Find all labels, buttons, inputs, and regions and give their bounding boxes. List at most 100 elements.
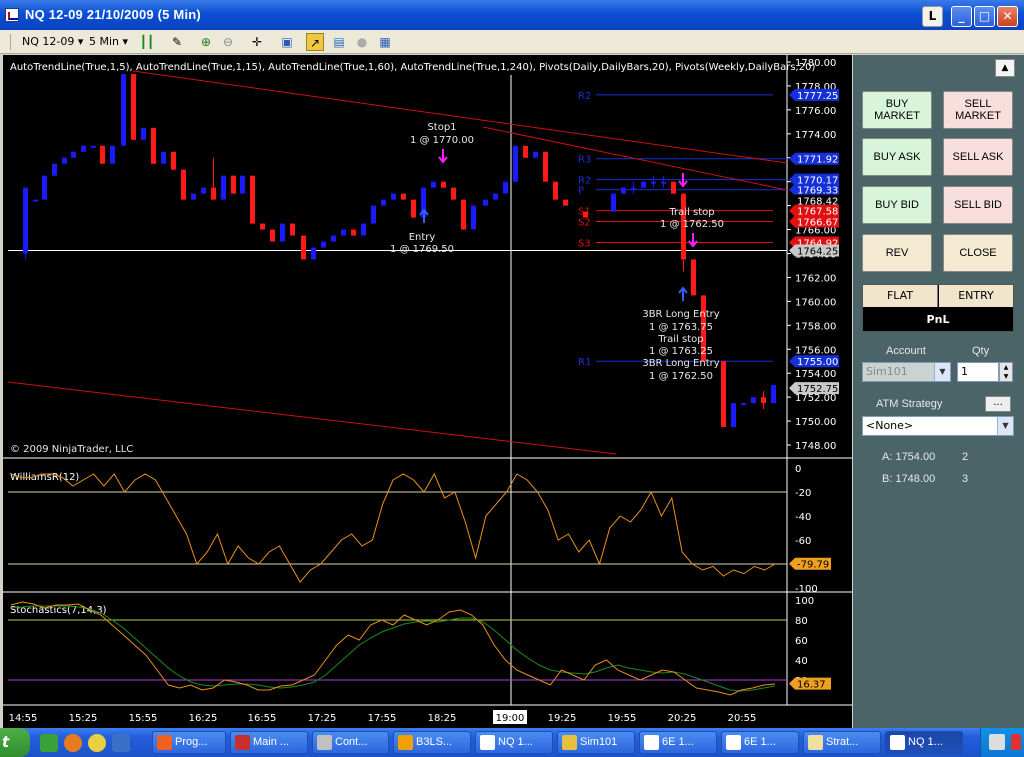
taskbar-item[interactable]: Main ... — [230, 731, 308, 754]
qty-input[interactable]: 1 — [957, 362, 999, 382]
taskbar-item[interactable]: Cont... — [312, 731, 389, 754]
taskbar-item[interactable]: 6E 1... — [639, 731, 717, 754]
price-tick-label: 1756.00 — [795, 345, 836, 356]
price-tag-label: 1755.00 — [797, 357, 838, 368]
account-select[interactable]: Sim101 ▼ — [862, 362, 951, 382]
app-icon — [235, 735, 250, 750]
pivot-label: R1 — [578, 357, 591, 368]
chrome-icon[interactable] — [88, 734, 106, 752]
williams-tick-label: 0 — [795, 464, 801, 475]
sell-ask-button[interactable]: SELL ASK — [943, 138, 1013, 176]
instrument-selector[interactable]: NQ 12-09 ▾ — [22, 33, 83, 51]
scroll-up-button[interactable]: ▲ — [995, 59, 1015, 77]
chart-toolbar: NQ 12-09 ▾ 5 Min ▾ ┃┃ ✎ ⊕ ⊖ ✛ ▣ ↗ ▤ ● ▦ — [0, 30, 1024, 54]
taskbar-item[interactable]: B3LS... — [393, 731, 471, 754]
candle-body — [161, 151, 166, 164]
trade-annotation: 1 @ 1769.50 — [390, 244, 454, 255]
candle-body — [621, 187, 626, 194]
candle-body — [231, 175, 236, 194]
firefox-icon[interactable] — [64, 734, 82, 752]
properties-icon[interactable]: ▣ — [278, 33, 296, 51]
sell-bid-button[interactable]: SELL BID — [943, 186, 1013, 224]
time-tick-label: 16:55 — [248, 713, 277, 724]
taskbar-item[interactable]: 6E 1... — [721, 731, 799, 754]
candle-body — [191, 193, 196, 200]
pivot-label: R3 — [578, 155, 591, 166]
minimize-button[interactable]: _ — [951, 6, 972, 27]
buy-ask-button[interactable]: BUY ASK — [862, 138, 932, 176]
interval-selector[interactable]: 5 Min ▾ — [89, 33, 128, 51]
taskbar-item-label: NQ 1... — [908, 736, 943, 748]
candle-body — [181, 169, 186, 200]
candle-body — [451, 187, 456, 200]
link-button[interactable]: L — [922, 6, 943, 27]
candle-body — [771, 385, 776, 404]
tray-icon[interactable] — [989, 734, 1005, 750]
candle-body — [721, 361, 726, 428]
time-tick-label: 16:25 — [189, 713, 218, 724]
candle-body — [761, 397, 766, 404]
candle-body — [391, 193, 396, 200]
position-flat: FLAT — [863, 285, 938, 307]
strategy-icon[interactable]: ● — [353, 33, 371, 51]
data-box-icon[interactable]: ▦ — [376, 33, 394, 51]
close-button[interactable]: ✕ — [997, 6, 1018, 27]
williams-value-label: -79.79 — [797, 560, 829, 571]
time-tick-label: 15:55 — [129, 713, 158, 724]
pivot-label: R2 — [578, 91, 591, 102]
toolbar-grip — [10, 34, 11, 50]
chart-trader-icon[interactable]: ↗ — [306, 33, 324, 51]
time-tick-label: 20:25 — [668, 713, 697, 724]
price-tick-label: 1780.00 — [795, 58, 836, 69]
desktop-icon[interactable] — [40, 734, 58, 752]
candle-body — [361, 223, 366, 236]
time-tick-label: 14:55 — [9, 713, 38, 724]
trade-annotation: Trail stop — [668, 207, 714, 218]
crosshair-icon[interactable]: ✛ — [248, 33, 266, 51]
buy-market-button[interactable]: BUY MARKET — [862, 91, 932, 129]
candle-body — [751, 397, 756, 404]
qty-stepper[interactable]: ▲ ▼ — [999, 362, 1013, 382]
maximize-button[interactable]: □ — [974, 6, 995, 27]
candle-body — [381, 199, 386, 206]
candle-body — [100, 145, 105, 164]
taskbar: t Prog... Main ... Cont... B3LS... NQ 1... Si… — [0, 728, 1024, 757]
sell-market-button[interactable]: SELL MARKET — [943, 91, 1013, 129]
pnl-display: PnL — [926, 313, 950, 326]
tray-alert-icon[interactable] — [1011, 734, 1021, 750]
candle-body — [401, 193, 406, 200]
price-chart[interactable]: AutoTrendLine(True,1,5), AutoTrendLine(T… — [3, 55, 852, 728]
close-position-button[interactable]: CLOSE — [943, 234, 1013, 272]
taskbar-item-label: 6E 1... — [744, 736, 776, 748]
reverse-button[interactable]: REV — [862, 234, 932, 272]
start-button[interactable]: t — [0, 728, 30, 757]
candle-body — [301, 235, 306, 260]
candle-body — [211, 187, 216, 200]
zoom-in-icon[interactable]: ⊕ — [197, 33, 215, 51]
atm-strategy-select[interactable]: <None> ▼ — [862, 416, 1014, 436]
drawing-tool-icon[interactable]: ✎ — [168, 33, 186, 51]
taskbar-item[interactable]: Strat... — [803, 731, 881, 754]
taskbar-item[interactable]: Sim101 — [557, 731, 635, 754]
chart-app-icon[interactable] — [112, 734, 130, 752]
taskbar-item[interactable]: Prog... — [152, 731, 226, 754]
chart-canvas[interactable]: AutoTrendLine(True,1,5), AutoTrendLine(T… — [3, 55, 852, 728]
candle-body — [91, 145, 96, 148]
zoom-out-icon[interactable]: ⊖ — [219, 33, 237, 51]
level-b-label: B: 1748.00 — [882, 473, 936, 485]
bar-type-icon[interactable]: ┃┃ — [138, 33, 156, 51]
trade-annotation: 3BR Long Entry — [642, 309, 719, 320]
taskbar-item[interactable]: NQ 1... — [885, 731, 963, 754]
indicators-icon[interactable]: ▤ — [330, 33, 348, 51]
chevron-down-icon: ▼ — [934, 363, 950, 381]
price-tick-label: 1762.00 — [795, 273, 836, 284]
atm-options-button[interactable]: ... — [985, 396, 1011, 412]
taskbar-item[interactable]: NQ 1... — [475, 731, 553, 754]
candle-body — [221, 175, 226, 200]
taskbar-item-label: Sim101 — [580, 736, 618, 748]
buy-bid-button[interactable]: BUY BID — [862, 186, 932, 224]
price-tick-label: 1754.00 — [795, 369, 836, 380]
time-tick-label: 17:55 — [368, 713, 397, 724]
time-tick-label: 17:25 — [308, 713, 337, 724]
stochastics-d-line — [10, 605, 776, 692]
